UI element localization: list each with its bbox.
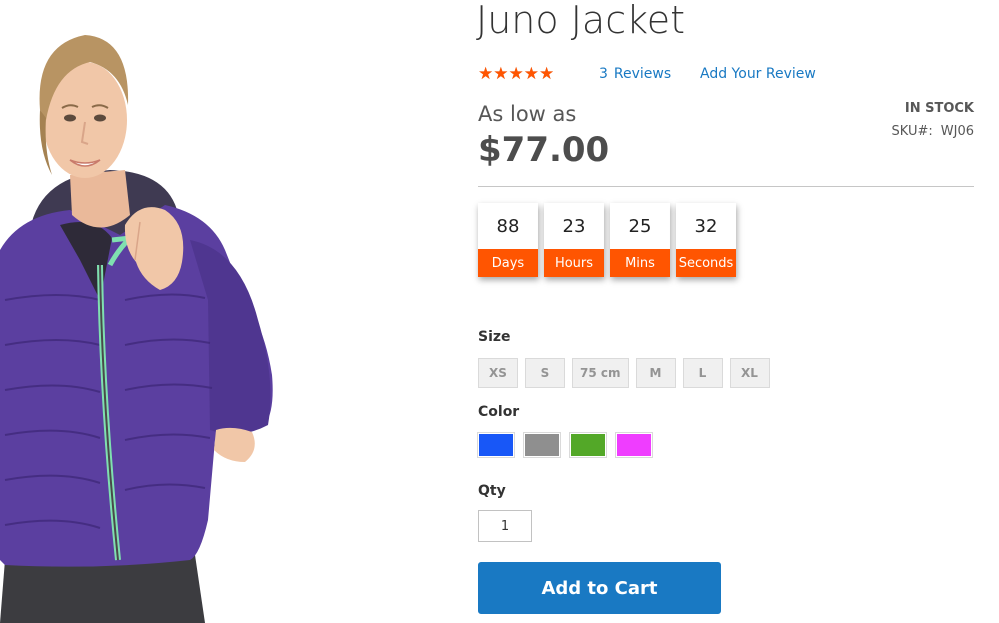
countdown-value: 23	[562, 215, 586, 237]
color-swatch-green[interactable]	[569, 432, 607, 458]
color-swatches	[477, 432, 653, 458]
sku-label: SKU#:	[891, 124, 933, 139]
size-swatch-xs[interactable]: XS	[478, 358, 518, 388]
size-swatches: XS S 75 cm M L XL	[478, 358, 770, 388]
countdown-days: 88 Days	[478, 203, 538, 277]
countdown-timer: 88 Days 23 Hours 25 Mins 32 Seconds	[478, 203, 736, 277]
reviews-label: Reviews	[613, 66, 672, 82]
countdown-value: 88	[496, 215, 520, 237]
countdown-seconds: 32 Seconds	[676, 203, 736, 277]
sku-value: WJ06	[940, 124, 974, 139]
add-review-link[interactable]: Add Your Review	[700, 66, 816, 82]
price-label: As low as	[478, 102, 577, 126]
countdown-value: 32	[694, 215, 718, 237]
color-swatch-blue[interactable]	[477, 432, 515, 458]
divider	[478, 186, 974, 187]
size-label: Size	[478, 329, 511, 345]
countdown-unit: Seconds	[676, 249, 736, 277]
countdown-hours: 23 Hours	[544, 203, 604, 277]
size-swatch-s[interactable]: S	[525, 358, 565, 388]
size-swatch-xl[interactable]: XL	[729, 358, 770, 388]
countdown-unit: Hours	[544, 249, 604, 277]
color-swatch-gray[interactable]	[523, 432, 561, 458]
product-image[interactable]	[0, 0, 460, 623]
rating-stars-filled-icon: ★★★★★	[478, 65, 553, 83]
countdown-value: 25	[628, 215, 652, 237]
rating-stars: ★★★★★ ★★★★★	[478, 65, 566, 83]
product-price: $77.00	[478, 130, 610, 170]
countdown-unit: Days	[478, 249, 538, 277]
size-swatch-75cm[interactable]: 75 cm	[572, 358, 629, 388]
rating-summary: ★★★★★ ★★★★★	[478, 65, 566, 83]
product-photo	[0, 35, 273, 623]
size-swatch-l[interactable]: L	[682, 358, 723, 388]
qty-input[interactable]	[478, 510, 532, 542]
product-sku: SKU#: WJ06	[892, 124, 974, 139]
product-title: Juno Jacket	[476, 0, 686, 42]
countdown-mins: 25 Mins	[610, 203, 670, 277]
color-swatch-purple[interactable]	[615, 432, 653, 458]
color-label: Color	[478, 404, 520, 420]
add-to-cart-button[interactable]: Add to Cart	[478, 562, 721, 614]
review-count: 3	[599, 66, 608, 82]
stock-status: IN STOCK	[904, 101, 974, 116]
qty-label: Qty	[478, 483, 506, 499]
size-swatch-m[interactable]: M	[635, 358, 676, 388]
reviews-link[interactable]: 3 Reviews	[599, 66, 671, 82]
countdown-unit: Mins	[610, 249, 670, 277]
